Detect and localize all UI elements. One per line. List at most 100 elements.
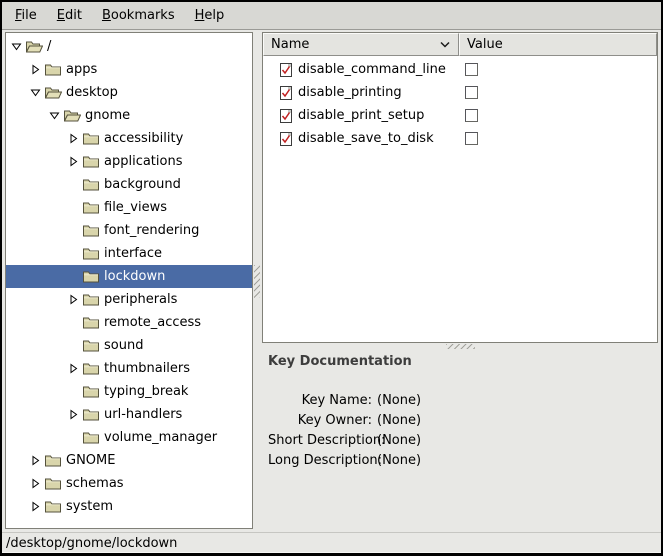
folder-closed-icon [83,270,100,283]
tree-item-thumbnailers[interactable]: thumbnailers [6,357,252,380]
expander-open-icon[interactable] [10,40,23,53]
tree-item-remote-access[interactable]: remote_access [6,311,252,334]
key-row-disable-command-line[interactable]: disable_command_line [263,58,657,81]
main-area: / apps desktop gnome accessibility applicatio… [2,30,661,532]
tree-item-label: url-handlers [104,407,182,422]
tree-item-background[interactable]: background [6,173,252,196]
key-name-cell: disable_printing [263,85,458,100]
key-row-disable-save-to-disk[interactable]: disable_save_to_disk [263,127,657,150]
tree-item-sound[interactable]: sound [6,334,252,357]
value-checkbox[interactable] [465,63,478,76]
expander-spacer [67,270,80,283]
expander-spacer [67,201,80,214]
expander-closed-icon[interactable] [67,132,80,145]
expander-closed-icon[interactable] [67,293,80,306]
pane-grip-icon[interactable] [446,344,475,349]
tree-item-label: peripherals [104,292,177,307]
tree-item-typing-break[interactable]: typing_break [6,380,252,403]
folder-closed-icon [83,408,100,421]
tree-item-gnome[interactable]: gnome [6,104,252,127]
folder-closed-icon [83,316,100,329]
key-icon [280,86,292,100]
tree-item-label: gnome [85,108,130,123]
key-documentation-fields: Key Name:(None)Key Owner:(None)Short Des… [268,391,652,471]
value-checkbox[interactable] [465,109,478,122]
tree-item-apps[interactable]: apps [6,58,252,81]
key-value-cell [458,86,657,99]
column-header-name[interactable]: Name [263,33,459,56]
expander-spacer [67,431,80,444]
tree-item-label: system [66,499,113,514]
key-row-disable-print-setup[interactable]: disable_print_setup [263,104,657,127]
keydoc-field-label: Short Description: [268,431,372,451]
key-name-label: disable_command_line [298,62,446,77]
tree-item-root[interactable]: / [6,35,252,58]
tree-item-label: GNOME [66,453,115,468]
key-documentation-title: Key Documentation [268,354,652,369]
pane-separator-horizontal[interactable] [262,343,658,350]
tree-item-label: / [47,39,51,54]
column-header-value[interactable]: Value [459,33,657,56]
tree-item-volume-manager[interactable]: volume_manager [6,426,252,449]
tree-item-interface[interactable]: interface [6,242,252,265]
tree-item-file-views[interactable]: file_views [6,196,252,219]
expander-closed-icon[interactable] [67,155,80,168]
expander-closed-icon[interactable] [67,408,80,421]
column-header-name-label: Name [271,37,309,52]
value-checkbox[interactable] [465,86,478,99]
tree-item-label: accessibility [104,131,183,146]
tree-item-font-rendering[interactable]: font_rendering [6,219,252,242]
key-icon [280,132,292,146]
expander-open-icon[interactable] [29,86,42,99]
tree-item-desktop[interactable]: desktop [6,81,252,104]
folder-closed-icon [45,500,62,513]
key-name-label: disable_print_setup [298,108,424,123]
folder-closed-icon [83,362,100,375]
pane-separator-vertical[interactable] [253,32,262,529]
menubar: FileEditBookmarksHelp [2,2,661,30]
menu-edit[interactable]: Edit [47,4,92,27]
expander-spacer [67,178,80,191]
key-name-cell: disable_command_line [263,62,458,77]
tree-item-system[interactable]: system [6,495,252,518]
tree-item-accessibility[interactable]: accessibility [6,127,252,150]
expander-open-icon[interactable] [48,109,61,122]
sort-chevron-down-icon [439,41,451,49]
pane-grip-icon[interactable] [254,265,260,298]
tree-item-label: schemas [66,476,124,491]
keydoc-field-value: (None) [377,431,421,451]
tree-item-label: apps [66,62,97,77]
expander-closed-icon[interactable] [29,63,42,76]
tree-item-label: background [104,177,181,192]
menu-file[interactable]: File [5,4,47,27]
folder-open-icon [26,40,43,53]
expander-closed-icon[interactable] [29,477,42,490]
keydoc-row-long-description: Long Description:(None) [268,451,652,471]
folder-closed-icon [45,477,62,490]
tree-item-applications[interactable]: applications [6,150,252,173]
gconf-editor-window: FileEditBookmarksHelp / apps desktop gnome a… [0,0,663,556]
tree-item-schemas[interactable]: schemas [6,472,252,495]
keydoc-field-label: Long Description: [268,451,372,471]
expander-spacer [67,247,80,260]
expander-closed-icon[interactable] [29,454,42,467]
folder-closed-icon [83,431,100,444]
folder-closed-icon [45,63,62,76]
tree-item-lockdown[interactable]: lockdown [6,265,252,288]
folder-closed-icon [83,132,100,145]
expander-closed-icon[interactable] [29,500,42,513]
folder-closed-icon [83,385,100,398]
tree-item-gnome[interactable]: GNOME [6,449,252,472]
menu-bookmarks[interactable]: Bookmarks [92,4,185,27]
tree-item-peripherals[interactable]: peripherals [6,288,252,311]
expander-closed-icon[interactable] [67,362,80,375]
tree-item-label: desktop [66,85,118,100]
expander-spacer [67,316,80,329]
folder-tree-panel: / apps desktop gnome accessibility applicatio… [5,32,253,529]
value-checkbox[interactable] [465,132,478,145]
menu-help[interactable]: Help [185,4,235,27]
key-row-disable-printing[interactable]: disable_printing [263,81,657,104]
tree-item-url-handlers[interactable]: url-handlers [6,403,252,426]
tree-item-label: file_views [104,200,167,215]
folder-closed-icon [83,178,100,191]
